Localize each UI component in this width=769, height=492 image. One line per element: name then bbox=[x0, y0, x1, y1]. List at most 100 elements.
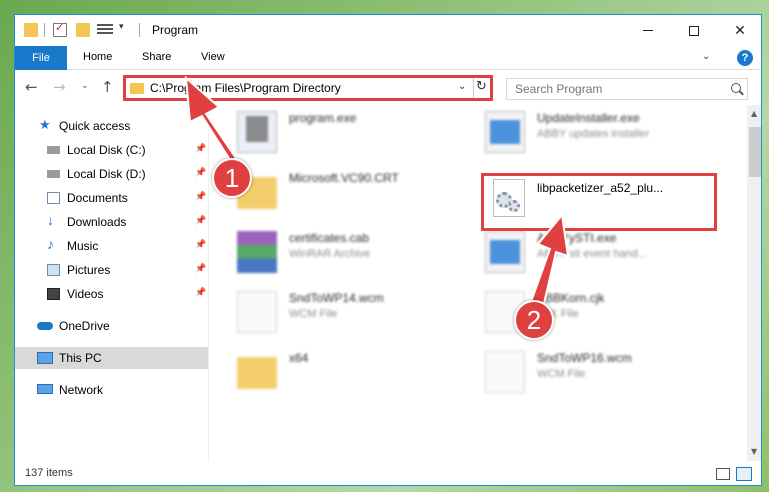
help-icon[interactable]: ? bbox=[737, 50, 753, 66]
item-count: 137 items bbox=[25, 467, 73, 479]
folder-icon bbox=[237, 357, 277, 389]
file-item[interactable]: UpdateInstaller.exe ABBY updates install… bbox=[485, 105, 725, 161]
file-item[interactable]: certificates.cab WinRAR Archive bbox=[237, 225, 477, 281]
sidebar-item-label: Network bbox=[59, 383, 104, 397]
downloads-icon: ↓ bbox=[47, 212, 54, 228]
cloud-icon bbox=[37, 322, 53, 330]
step-2-callout: 2 bbox=[514, 300, 554, 340]
tab-file[interactable]: File bbox=[15, 46, 67, 70]
sidebar-item-downloads[interactable]: ↓ Downloads 📌 bbox=[15, 211, 208, 233]
file-item[interactable]: ABBYySTI.exe ABBY sti event hand... bbox=[485, 225, 725, 281]
close-button[interactable]: ✕ bbox=[717, 15, 761, 46]
sidebar-item-label: Local Disk (C:) bbox=[67, 143, 146, 157]
winrar-icon bbox=[237, 231, 277, 273]
file-description: ABBY sti event hand... bbox=[537, 248, 647, 260]
drive-icon bbox=[47, 170, 60, 178]
maximize-icon bbox=[689, 25, 699, 36]
sidebar-item-label: Pictures bbox=[67, 263, 111, 277]
scrollbar-thumb[interactable] bbox=[749, 127, 761, 177]
expand-ribbon-icon[interactable]: ⌄ bbox=[702, 51, 710, 62]
file-name: UpdateInstaller.exe bbox=[537, 111, 640, 125]
pane-divider bbox=[208, 105, 209, 461]
toolbar-divider bbox=[44, 23, 45, 37]
file-description: WCM File bbox=[289, 308, 338, 320]
pin-icon[interactable]: 📌 bbox=[195, 143, 206, 154]
file-name: ABBYySTI.exe bbox=[537, 231, 617, 245]
file-description: WinRAR Archive bbox=[289, 248, 371, 260]
minimize-button[interactable] bbox=[625, 15, 671, 46]
file-name: program.exe bbox=[289, 111, 357, 125]
file-item[interactable]: x64 bbox=[237, 345, 477, 401]
scroll-up-icon[interactable]: ▲ bbox=[751, 109, 757, 118]
back-button[interactable]: ← bbox=[25, 79, 38, 95]
computer-icon bbox=[37, 352, 53, 364]
up-button[interactable]: ↑ bbox=[101, 79, 114, 95]
file-item[interactable]: program.exe bbox=[237, 105, 477, 161]
sidebar-item-label: Documents bbox=[67, 191, 128, 205]
documents-icon bbox=[47, 192, 60, 204]
step-1-callout: 1 bbox=[212, 158, 252, 198]
maximize-button[interactable] bbox=[671, 15, 717, 46]
target-file-highlight bbox=[481, 173, 717, 231]
search-input[interactable]: Search Program bbox=[506, 78, 748, 100]
details-view-icon[interactable] bbox=[716, 468, 730, 480]
sidebar-item-quick-access[interactable]: ★ Quick access bbox=[15, 115, 208, 137]
navigation-pane: ★ Quick access Local Disk (C:) 📌 Local D… bbox=[15, 111, 208, 461]
pin-icon[interactable]: 📌 bbox=[195, 263, 206, 274]
customize-toolbar-icon[interactable] bbox=[97, 24, 113, 36]
sidebar-item-network[interactable]: Network bbox=[15, 379, 208, 401]
pin-icon[interactable]: 📌 bbox=[195, 167, 206, 178]
tab-home[interactable]: Home bbox=[83, 51, 112, 63]
sidebar-item-local-disk-d[interactable]: Local Disk (D:) 📌 bbox=[15, 163, 208, 185]
sidebar-item-videos[interactable]: Videos 📌 bbox=[15, 283, 208, 305]
sidebar-item-this-pc[interactable]: This PC bbox=[15, 347, 208, 369]
tab-view[interactable]: View bbox=[201, 51, 225, 63]
sidebar-item-onedrive[interactable]: OneDrive bbox=[15, 315, 208, 337]
properties-check-icon[interactable] bbox=[53, 21, 67, 37]
sidebar-item-label: Quick access bbox=[59, 119, 131, 133]
file-item[interactable]: SndToWP14.wcm WCM File bbox=[237, 285, 477, 341]
application-icon bbox=[485, 111, 525, 153]
file-name: ABBKorn.cjk bbox=[537, 291, 605, 305]
file-description: WCM File bbox=[537, 368, 586, 380]
large-icons-view-icon[interactable] bbox=[736, 467, 752, 481]
sidebar-item-pictures[interactable]: Pictures 📌 bbox=[15, 259, 208, 281]
pin-icon[interactable]: 📌 bbox=[195, 239, 206, 250]
status-bar: 137 items bbox=[15, 463, 761, 485]
sidebar-item-documents[interactable]: Documents 📌 bbox=[15, 187, 208, 209]
application-icon bbox=[237, 111, 277, 153]
address-dropdown-icon[interactable]: ⌄ bbox=[458, 81, 466, 92]
network-icon bbox=[37, 384, 53, 394]
quick-access-dropdown-icon[interactable]: ▾ bbox=[119, 22, 124, 32]
pin-icon[interactable]: 📌 bbox=[195, 215, 206, 226]
address-path[interactable]: C:\Program Files\Program Directory bbox=[150, 81, 341, 95]
search-placeholder: Search Program bbox=[515, 82, 603, 96]
ribbon-tabs: File Home Share View ⌄ ? bbox=[15, 46, 761, 70]
recent-locations-button[interactable]: ⌄ bbox=[81, 81, 89, 91]
sidebar-item-label: Videos bbox=[67, 287, 104, 301]
sidebar-item-label: This PC bbox=[59, 351, 102, 365]
file-item[interactable]: Microsoft.VC90.CRT bbox=[237, 165, 477, 221]
pin-icon[interactable]: 📌 bbox=[195, 191, 206, 202]
refresh-button[interactable]: ↻ bbox=[476, 79, 487, 94]
music-icon: ♪ bbox=[47, 236, 54, 252]
tab-share[interactable]: Share bbox=[142, 51, 171, 63]
forward-button[interactable]: → bbox=[53, 79, 66, 95]
sidebar-item-label: Local Disk (D:) bbox=[67, 167, 146, 181]
sidebar-item-music[interactable]: ♪ Music 📌 bbox=[15, 235, 208, 257]
drive-icon bbox=[47, 146, 60, 154]
address-bar[interactable]: C:\Program Files\Program Directory ⌄ ↻ bbox=[123, 75, 493, 101]
file-description: ABBY updates installer bbox=[537, 128, 650, 140]
file-name: SndToWP14.wcm bbox=[289, 291, 384, 305]
minimize-icon bbox=[643, 30, 653, 31]
pictures-icon bbox=[47, 264, 60, 276]
pin-icon[interactable]: 📌 bbox=[195, 287, 206, 298]
new-folder-icon[interactable] bbox=[76, 23, 90, 37]
file-item[interactable]: SndToWP16.wcm WCM File bbox=[485, 345, 725, 401]
scroll-down-icon[interactable]: ▼ bbox=[751, 447, 757, 456]
application-icon bbox=[485, 231, 525, 273]
sidebar-item-local-disk-c[interactable]: Local Disk (C:) 📌 bbox=[15, 139, 208, 161]
vertical-scrollbar[interactable]: ▲ ▼ bbox=[747, 105, 761, 461]
file-name: Microsoft.VC90.CRT bbox=[289, 171, 399, 185]
document-icon bbox=[485, 351, 525, 393]
